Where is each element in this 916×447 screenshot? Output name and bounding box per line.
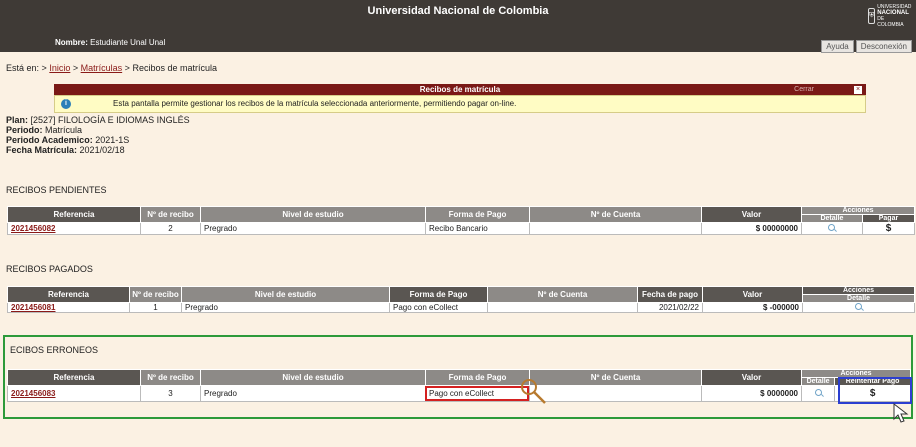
receipt-number: 3: [140, 385, 201, 402]
highlight-blue-box: [838, 377, 912, 404]
top-header: Universidad Nacional de Colombia Nombre:…: [0, 0, 916, 53]
table-row: 2021456081 1 Pregrado Pago con eCollect …: [7, 302, 915, 313]
col-num: Nº de recibo: [129, 286, 182, 303]
col-detalle: Detalle: [802, 294, 915, 303]
enrollment-info: Plan: [2527] FILOLOGÍA E IDIOMAS INGLÉS …: [6, 115, 190, 155]
info-notice: Recibos de matrícula Cerrar × i Esta panta…: [54, 84, 866, 113]
erroneous-title: ECIBOS ERRONEOS: [10, 345, 99, 355]
magnifier-icon[interactable]: [828, 224, 836, 231]
col-num: Nº de recibo: [140, 206, 201, 223]
header-buttons: Ayuda Desconexión: [821, 40, 912, 53]
info-icon: i: [61, 98, 71, 109]
col-nivel: Nivel de estudio: [181, 286, 390, 303]
academico-value: 2021-1S: [95, 135, 130, 145]
notice-header: Recibos de matrícula Cerrar ×: [54, 84, 866, 95]
col-valor: Valor: [701, 369, 802, 386]
breadcrumb-prefix: Está en:: [6, 63, 40, 73]
col-referencia: Referencia: [7, 369, 141, 386]
col-fecha: Fecha de pago: [637, 286, 703, 303]
fecha-value: 2021/02/18: [79, 145, 125, 155]
col-forma: Forma de Pago: [389, 286, 488, 303]
col-acciones: Acciones: [802, 286, 915, 295]
seal-icon: ⛨: [868, 8, 876, 24]
breadcrumb-current: Recibos de matrícula: [132, 63, 217, 73]
study-level: Pregrado: [200, 385, 426, 402]
notice-close[interactable]: Cerrar ×: [794, 84, 862, 95]
col-nivel: Nivel de estudio: [200, 369, 426, 386]
logout-button[interactable]: Desconexión: [855, 40, 912, 53]
periodo-value: Matrícula: [45, 125, 83, 135]
col-num: Nº de recibo: [140, 369, 201, 386]
payment-date: 2021/02/22: [637, 302, 703, 313]
receipt-link[interactable]: 2021456082: [11, 224, 56, 233]
periodo-label: Periodo:: [6, 125, 43, 135]
amount: $ 00000000: [701, 222, 802, 235]
paid-table: Referencia Nº de recibo Nivel de estudio…: [7, 286, 915, 313]
notice-body: i Esta pantalla permite gestionar los rec…: [54, 95, 866, 113]
user-info: Nombre: Estudiante Unal Unal: [55, 38, 165, 47]
col-detalle: Detalle: [801, 214, 863, 223]
help-button[interactable]: Ayuda: [821, 40, 854, 53]
account-number: [529, 222, 702, 235]
amount: $ 0000000: [701, 385, 802, 402]
receipt-number: 1: [129, 302, 182, 313]
breadcrumb-home-link[interactable]: Inicio: [49, 63, 70, 73]
pending-title: RECIBOS PENDIENTES: [6, 185, 107, 195]
amount: $ -000000: [702, 302, 803, 313]
study-level: Pregrado: [200, 222, 426, 235]
col-forma: Forma de Pago: [425, 206, 530, 223]
col-detalle: Detalle: [800, 377, 836, 386]
notice-message: Esta pantalla permite gestionar los reci…: [113, 99, 517, 108]
account-number: [487, 302, 638, 313]
magnifier-icon[interactable]: [855, 303, 862, 310]
col-cuenta: Nº de Cuenta: [529, 369, 702, 386]
zoom-icon: [521, 379, 546, 404]
col-referencia: Referencia: [7, 206, 141, 223]
university-logo: ⛨ UNIVERSIDAD NACIONAL DE COLOMBIA: [868, 4, 911, 28]
user-label: Nombre:: [55, 38, 88, 47]
col-cuenta: Nº de Cuenta: [529, 206, 702, 223]
receipt-link[interactable]: 2021456081: [11, 303, 56, 312]
col-valor: Valor: [702, 286, 803, 303]
cursor-icon: [893, 402, 909, 423]
col-forma: Forma de Pago: [425, 369, 530, 386]
col-acciones: Acciones: [801, 206, 915, 215]
breadcrumb-sep: >: [72, 63, 79, 73]
user-name: Estudiante Unal Unal: [90, 38, 166, 47]
highlight-red-box: [425, 386, 529, 401]
col-valor: Valor: [701, 206, 802, 223]
dollar-icon[interactable]: $: [886, 223, 892, 234]
table-row: 2021456082 2 Pregrado Recibo Bancario $ …: [7, 222, 916, 235]
academico-label: Periodo Academico:: [6, 135, 93, 145]
close-icon[interactable]: ×: [854, 86, 862, 94]
pending-table: Referencia Nº de recibo Nivel de estudio…: [7, 206, 916, 235]
plan-label: Plan:: [6, 115, 29, 125]
col-cuenta: Nº de Cuenta: [487, 286, 638, 303]
plan-value: [2527] FILOLOGÍA E IDIOMAS INGLÉS: [30, 115, 190, 125]
breadcrumb-sep: >: [41, 63, 47, 73]
magnifier-icon[interactable]: [814, 389, 822, 396]
col-pagar: Pagar: [861, 214, 916, 223]
close-label[interactable]: Cerrar: [794, 86, 814, 93]
receipt-link[interactable]: 2021456083: [11, 389, 56, 398]
col-nivel: Nivel de estudio: [200, 206, 426, 223]
logo-line3: DE COLOMBIA: [877, 16, 904, 28]
payment-method: Pago con eCollect: [389, 302, 488, 313]
breadcrumb: Está en: > Inicio > Matrículas > Recibos…: [6, 63, 217, 73]
breadcrumb-matriculas-link[interactable]: Matrículas: [81, 63, 123, 73]
paid-title: RECIBOS PAGADOS: [6, 264, 93, 274]
col-referencia: Referencia: [7, 286, 130, 303]
notice-title: Recibos de matrícula: [419, 85, 501, 94]
breadcrumb-sep: >: [124, 63, 130, 73]
study-level: Pregrado: [181, 302, 390, 313]
account-number: [529, 385, 702, 402]
site-title: Universidad Nacional de Colombia: [367, 5, 549, 17]
receipt-number: 2: [140, 222, 201, 235]
fecha-label: Fecha Matrícula:: [6, 145, 78, 155]
payment-method: Recibo Bancario: [425, 222, 530, 235]
